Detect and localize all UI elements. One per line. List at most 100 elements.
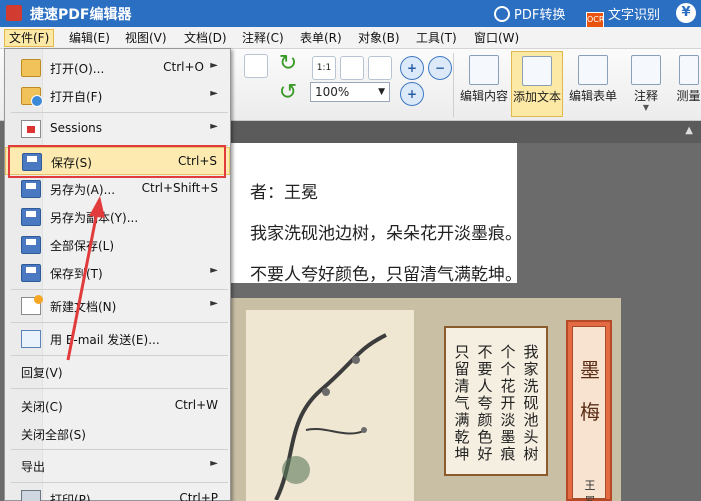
plum-blossom-painting xyxy=(246,310,414,501)
edit-form-label: 编辑表单 xyxy=(568,89,617,103)
add-text-icon xyxy=(522,56,552,86)
menu-tools[interactable]: 工具(T) xyxy=(412,29,461,47)
fit-page-icon[interactable] xyxy=(340,56,364,80)
menu-item-label: 打开自(F) xyxy=(50,90,103,104)
doc-poem-line-1: 我家洗砚池边树，朵朵花开淡墨痕。 xyxy=(250,224,522,244)
poem-column-4: 只留清气满乾坤 xyxy=(454,343,470,463)
save-all-icon xyxy=(21,236,41,254)
title-bar: 捷速PDF编辑器 PDF转换 OCR 文字识别 ¥ xyxy=(0,0,701,28)
measure-label: 测量 xyxy=(676,89,701,103)
folder-web-icon xyxy=(21,87,43,107)
menu-separator xyxy=(11,289,228,290)
menu-item-label: 关闭(C) xyxy=(21,400,63,414)
menu-file[interactable]: 文件(F) xyxy=(4,29,55,47)
zoom-in-icon[interactable]: + xyxy=(400,56,424,80)
menu-window[interactable]: 窗口(W) xyxy=(470,29,523,47)
annotate-icon xyxy=(631,55,661,85)
menu-item-label: 另存为(A)... xyxy=(50,183,116,197)
menu-item-revert[interactable]: 回复(V) xyxy=(5,358,230,386)
measure-button[interactable]: 测量 xyxy=(676,51,701,117)
rotate-ccw-icon[interactable]: ↺ xyxy=(276,82,300,106)
measure-icon xyxy=(678,55,699,85)
add-text-button[interactable]: 添加文本 xyxy=(511,51,563,117)
menu-form[interactable]: 表单(R) xyxy=(296,29,346,47)
rotate-cw-icon[interactable]: ↻ xyxy=(276,53,300,77)
menu-item-save-copy[interactable]: 另存为副本(Y)... xyxy=(5,203,230,231)
menu-item-shortcut: Ctrl+W xyxy=(174,398,218,412)
menu-item-label: 回复(V) xyxy=(21,366,63,380)
doc-author-line: 者：王冕 xyxy=(250,183,318,203)
annotate-label: 注释 xyxy=(633,89,658,103)
menu-item-shortcut: Ctrl+O xyxy=(163,60,204,74)
menu-item-save-as[interactable]: 另存为(A)... Ctrl+Shift+S xyxy=(5,175,230,203)
new-document-icon xyxy=(21,295,43,315)
menu-item-label: Sessions xyxy=(50,121,103,135)
file-menu: 打开(O)... Ctrl+O ► 打开自(F) ► Sessions ► 保存… xyxy=(4,48,231,501)
sessions-icon xyxy=(21,120,41,138)
scroll-title-text: 墨梅 xyxy=(580,358,600,424)
submenu-arrow-icon: ► xyxy=(210,60,218,71)
menu-item-close-all[interactable]: 关闭全部(S) xyxy=(5,420,230,448)
menu-item-print[interactable]: 打印(P)... Ctrl+P xyxy=(5,485,230,501)
edit-form-button[interactable]: 编辑表单 xyxy=(566,51,620,117)
ribbon-collapse-bar: ▲ xyxy=(230,121,701,143)
menu-item-save-all[interactable]: 全部保存(L) xyxy=(5,231,230,259)
menu-item-new-document[interactable]: 新建文档(N) ► xyxy=(5,292,230,320)
annotate-button[interactable]: 注释 ▼ xyxy=(626,51,666,117)
menu-object[interactable]: 对象(B) xyxy=(354,29,404,47)
menu-document[interactable]: 文档(D) xyxy=(180,29,231,47)
menu-item-save-to[interactable]: 保存到(T) ► xyxy=(5,259,230,287)
annotation-highlight-box xyxy=(8,145,226,178)
zoom-select[interactable]: 100% ▼ xyxy=(310,82,390,102)
edit-content-button[interactable]: 编辑内容 xyxy=(458,51,510,117)
menu-item-label: 打开(O)... xyxy=(50,62,105,76)
pdf-convert-label: PDF转换 xyxy=(514,8,566,23)
poem-column-2: 个个花开淡墨痕 xyxy=(500,343,516,463)
zoom-value: 100% xyxy=(315,85,350,99)
app-title: 捷速PDF编辑器 xyxy=(30,7,132,23)
email-icon xyxy=(21,330,41,348)
menu-view[interactable]: 视图(V) xyxy=(121,29,171,47)
save-as-icon xyxy=(21,180,41,198)
menu-edit[interactable]: 编辑(E) xyxy=(65,29,114,47)
scroll-author-text: 王冕 xyxy=(584,479,596,501)
menu-bar: 文件(F) 编辑(E) 视图(V) 文档(D) 注释(C) 表单(R) 对象(B… xyxy=(0,27,701,49)
pdf-convert-icon xyxy=(494,6,510,22)
printer-icon xyxy=(21,490,41,501)
menu-item-open-from[interactable]: 打开自(F) ► xyxy=(5,82,230,110)
select-tool-icon[interactable] xyxy=(244,54,268,78)
menu-item-email[interactable]: 用 E-mail 发送(E)... xyxy=(5,325,230,353)
save-copy-icon xyxy=(21,208,41,226)
zoom-add-icon[interactable]: + xyxy=(400,82,424,106)
menu-separator xyxy=(11,355,228,356)
menu-item-open[interactable]: 打开(O)... Ctrl+O ► xyxy=(5,54,230,82)
edit-form-icon xyxy=(578,55,608,85)
yen-icon[interactable]: ¥ xyxy=(676,3,696,23)
menu-item-label: 关闭全部(S) xyxy=(21,428,86,442)
chevron-up-icon[interactable]: ▲ xyxy=(685,125,693,136)
ocr-icon: OCR xyxy=(586,12,604,28)
submenu-arrow-icon: ► xyxy=(210,88,218,99)
ocr-button[interactable]: OCR 文字识别 xyxy=(586,4,660,28)
title-scroll-inner: 墨梅 王冕 xyxy=(572,326,606,501)
zoom-out-icon[interactable]: − xyxy=(428,56,452,80)
title-scroll: 墨梅 王冕 xyxy=(566,320,612,501)
fit-width-icon[interactable] xyxy=(368,56,392,80)
menu-separator xyxy=(11,112,228,113)
app-logo-icon xyxy=(6,5,22,21)
chevron-down-icon: ▼ xyxy=(378,87,385,97)
pdf-convert-button[interactable]: PDF转换 xyxy=(494,4,565,23)
menu-separator xyxy=(11,449,228,450)
menu-item-export[interactable]: 导出 ► xyxy=(5,452,230,480)
submenu-arrow-icon: ► xyxy=(210,121,218,132)
menu-annotate[interactable]: 注释(C) xyxy=(238,29,288,47)
menu-item-sessions[interactable]: Sessions ► xyxy=(5,115,230,143)
menu-item-close[interactable]: 关闭(C) Ctrl+W xyxy=(5,392,230,420)
annotate-dropdown-icon: ▼ xyxy=(642,103,650,112)
actual-size-button[interactable]: 1:1 xyxy=(312,56,336,80)
menu-item-label: 保存到(T) xyxy=(50,267,103,281)
submenu-arrow-icon: ► xyxy=(210,265,218,276)
edit-content-icon xyxy=(469,55,499,85)
submenu-arrow-icon: ► xyxy=(210,298,218,309)
menu-item-shortcut: Ctrl+P xyxy=(179,491,218,501)
